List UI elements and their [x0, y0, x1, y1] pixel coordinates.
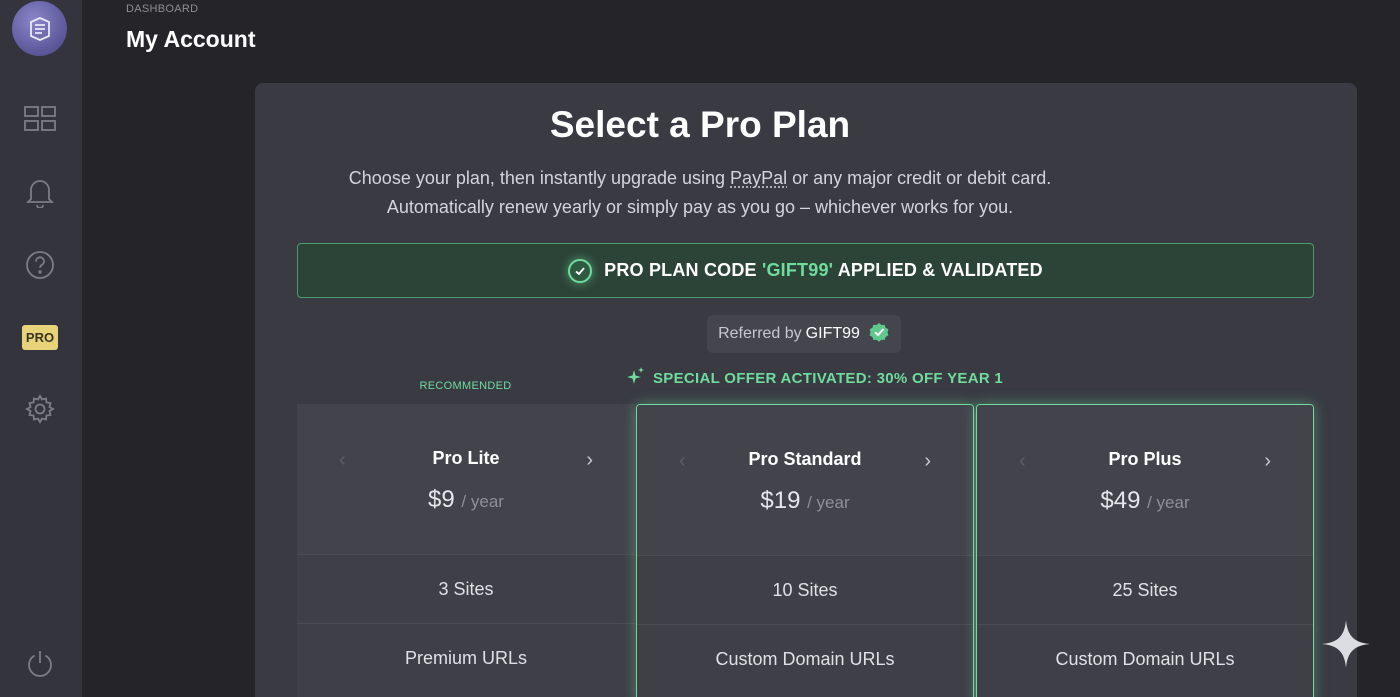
- plan-card-header: ‹ Pro Plus $49 / year ›: [977, 405, 1313, 555]
- power-icon[interactable]: [22, 646, 58, 682]
- banner-text: PRO PLAN CODE 'GIFT99' APPLIED & VALIDAT…: [604, 260, 1043, 280]
- pro-badge[interactable]: PRO: [22, 325, 58, 350]
- paypal-link[interactable]: PayPal: [730, 168, 787, 188]
- chevron-right-icon[interactable]: ›: [924, 450, 931, 473]
- plan-card-plus[interactable]: ‹ Pro Plus $49 / year › 25 Sites Custom …: [976, 404, 1314, 697]
- verified-badge-icon: [868, 321, 890, 348]
- sparkle-icon: [627, 367, 645, 389]
- help-icon[interactable]: [22, 247, 58, 283]
- referred-by-chip: Referred by GIFT99: [707, 315, 901, 353]
- chevron-right-icon[interactable]: ›: [586, 449, 593, 472]
- plan-price: $9 / year: [428, 486, 504, 513]
- plan-feature: Custom Domain URLs: [637, 624, 973, 693]
- breadcrumb[interactable]: DASHBOARD: [126, 3, 198, 15]
- plan-subtitle-line2: Automatically renew yearly or simply pay…: [386, 197, 1014, 217]
- logo-icon[interactable]: [12, 1, 67, 56]
- banner-code: 'GIFT99': [761, 260, 834, 280]
- page-title: My Account: [126, 26, 256, 52]
- plan-name: Pro Lite: [432, 448, 500, 468]
- plan-price: $49 / year: [1100, 487, 1190, 514]
- plan-name: Pro Standard: [748, 449, 862, 469]
- plan-subtitle-line1: Choose your plan, then instantly upgrade…: [348, 168, 1052, 188]
- plan-card-standard[interactable]: ‹ Pro Standard $19 / year › 10 Sites Cus…: [636, 404, 974, 697]
- code-applied-banner: PRO PLAN CODE 'GIFT99' APPLIED & VALIDAT…: [297, 243, 1314, 298]
- plan-feature: 10 Sites: [637, 555, 973, 624]
- plan-name: Pro Plus: [1108, 449, 1182, 469]
- plan-card-header: ‹ Pro Standard $19 / year ›: [637, 405, 973, 555]
- plan-card-lite[interactable]: ‹ Pro Lite $9 / year › 3 Sites Premium U…: [297, 404, 635, 697]
- plan-feature: 25 Sites: [977, 555, 1313, 624]
- sparkle-watermark-icon: [1320, 618, 1372, 670]
- plan-feature: Custom Domain URLs: [977, 624, 1313, 693]
- special-offer: SPECIAL OFFER ACTIVATED: 30% OFF YEAR 1: [627, 367, 1003, 389]
- plan-price: $19 / year: [760, 487, 850, 514]
- plan-heading: Select a Pro Plan: [549, 104, 851, 145]
- chevron-right-icon[interactable]: ›: [1264, 450, 1271, 473]
- gear-icon[interactable]: [22, 391, 58, 427]
- plan-feature: 3 Sites: [297, 554, 635, 623]
- plan-feature: Premium URLs: [297, 623, 635, 692]
- check-circle-icon: [568, 258, 593, 283]
- recommended-label: RECOMMENDED: [419, 380, 512, 392]
- plan-card-header: ‹ Pro Lite $9 / year ›: [297, 404, 635, 554]
